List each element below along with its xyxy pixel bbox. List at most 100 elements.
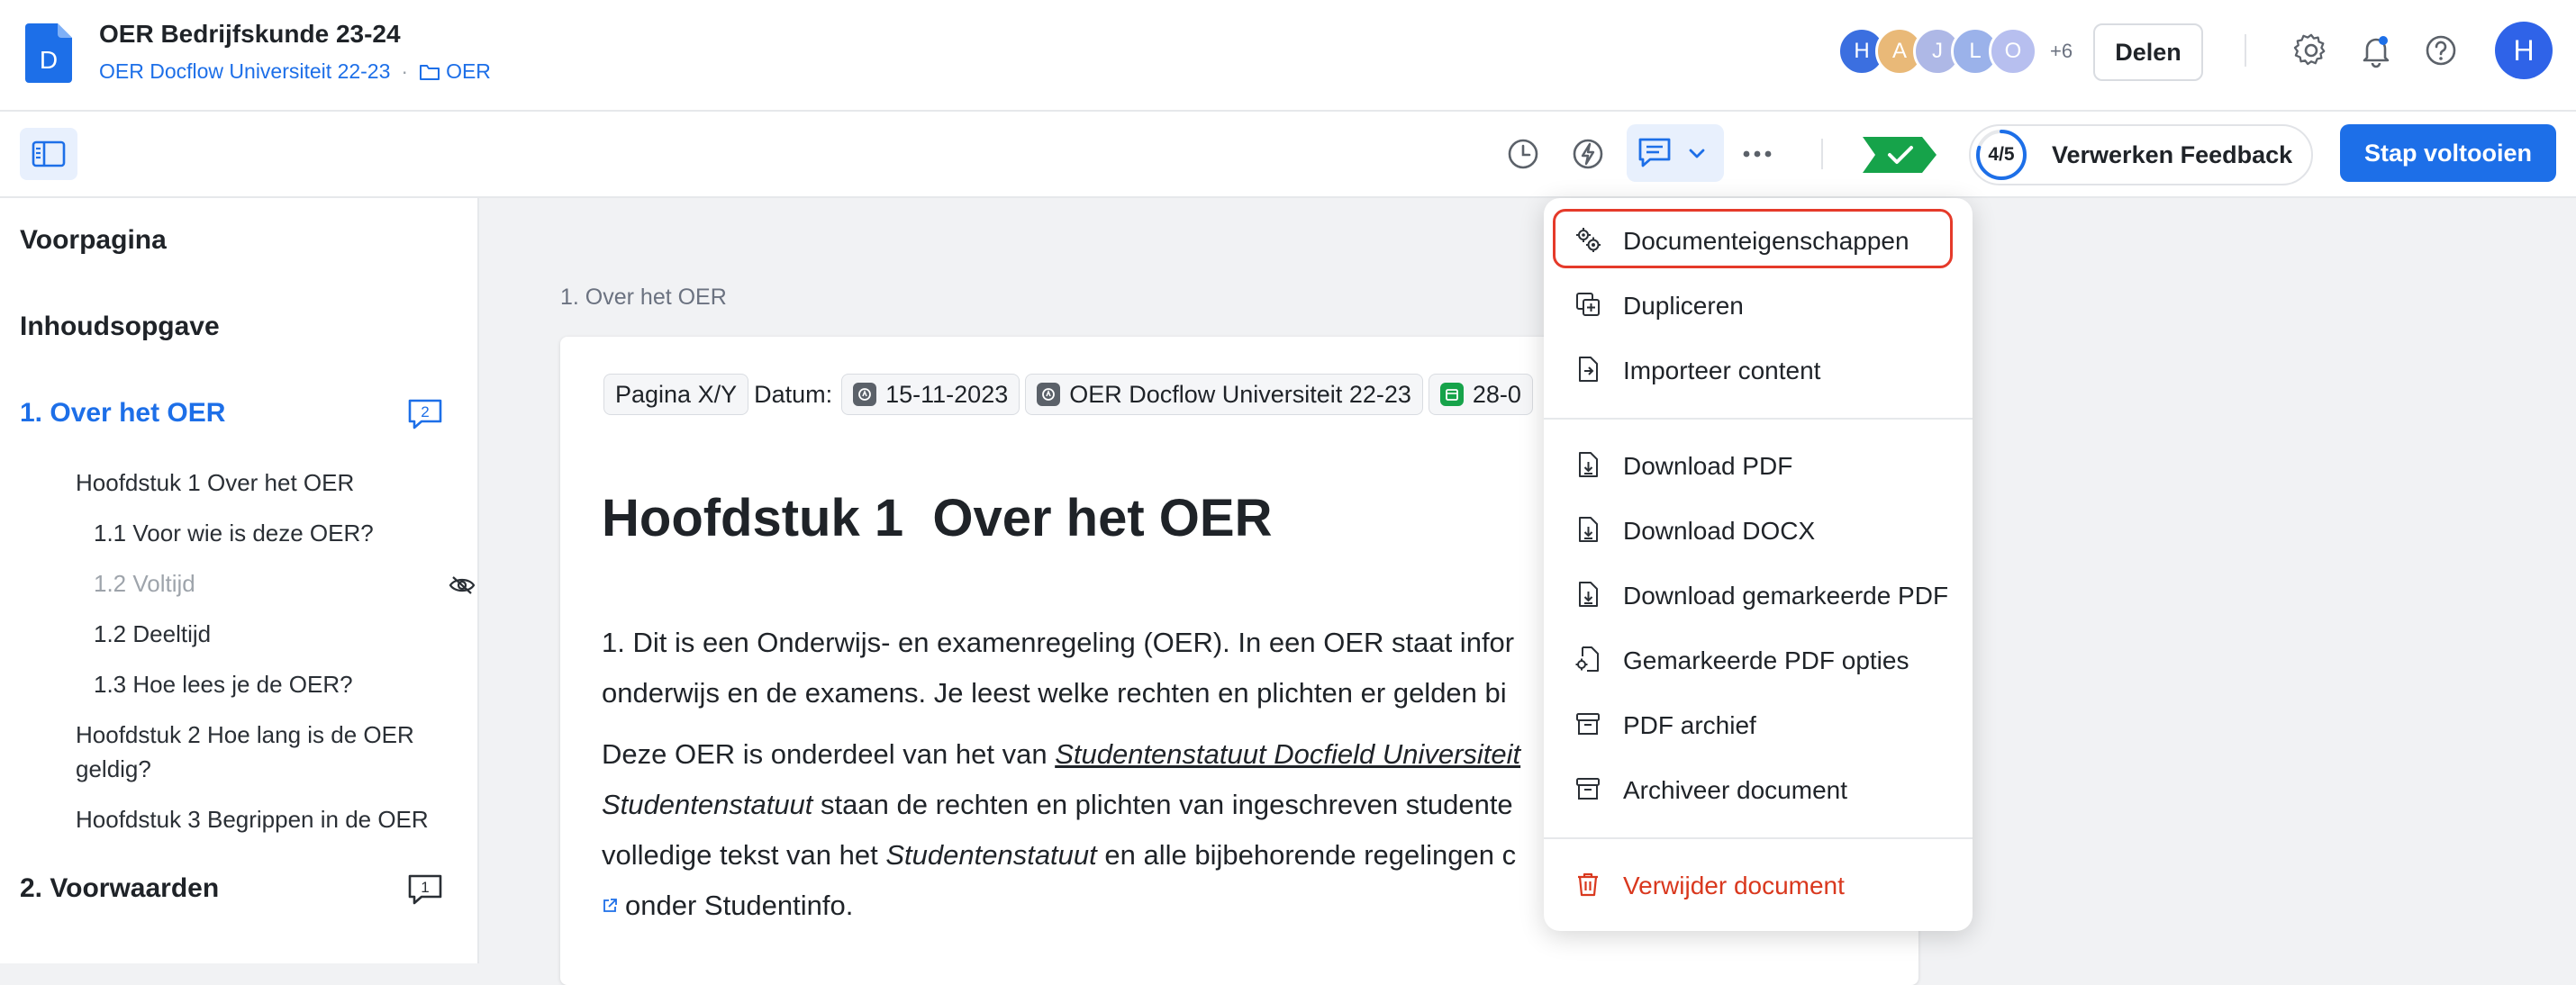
archive-box-icon — [1576, 778, 1600, 800]
menu-item-duplicate[interactable]: Dupliceren — [1544, 274, 1973, 333]
paragraph-1-line-2: onderwijs en de examens. Je leest welke … — [602, 677, 1507, 709]
trash-icon — [1578, 872, 1598, 897]
breadcrumb-separator: · — [401, 59, 409, 83]
menu-item-download-marked-pdf[interactable]: Download gemarkeerde PDF — [1544, 564, 1973, 623]
menu-label: PDF archief — [1623, 711, 1756, 739]
user-avatar[interactable]: H — [2495, 22, 2553, 79]
menu-item-download-docx[interactable]: Download DOCX — [1544, 499, 1973, 558]
paragraph-1: 1. Dit is een Onderwijs- en examenregeli… — [602, 618, 1514, 718]
menu-item-download-pdf[interactable]: Download PDF — [1544, 434, 1973, 493]
settings-gear-icon[interactable] — [2293, 32, 2329, 68]
comment-count-badge-icon[interactable]: 1 — [407, 873, 443, 906]
paragraph-2-line-3: volledige tekst van het Studentenstatuut… — [602, 830, 1520, 881]
menu-item-highlight — [1553, 209, 1953, 268]
chevron-down-icon — [1689, 149, 1705, 158]
outline-item-chapter-1[interactable]: Hoofdstuk 1 Over het OER — [76, 465, 354, 500]
help-icon[interactable] — [2423, 32, 2459, 68]
archive-box-icon — [1576, 713, 1600, 735]
outline-item-chapter-2[interactable]: Hoofdstuk 2 Hoe lang is de OER geldig? — [76, 718, 463, 786]
hidden-eye-icon[interactable] — [449, 574, 476, 596]
step-label: Verwerken Feedback — [2052, 141, 2293, 168]
lightning-icon[interactable] — [1569, 135, 1607, 173]
menu-item-pdf-archive[interactable]: PDF archief — [1544, 693, 1973, 753]
page-meta-row: Pagina X/Y Datum: 15-11-2023 OER Docflow… — [603, 374, 1533, 415]
menu-label: Archiveer document — [1623, 776, 1848, 804]
paragraph-2-text: staan de rechten en plichten van ingesch… — [812, 789, 1513, 820]
complete-step-button[interactable]: Stap voltooien — [2340, 124, 2556, 182]
outline-item-chapter-3[interactable]: Hoofdstuk 3 Begrippen in de OER — [76, 802, 429, 836]
svg-text:1: 1 — [421, 879, 429, 896]
outline-item-voorpagina[interactable]: Voorpagina — [20, 225, 167, 256]
comment-count-badge-icon[interactable]: 2 — [407, 398, 443, 430]
step-counter: 4/5 — [1988, 144, 2015, 165]
download-file-icon — [1579, 517, 1598, 542]
menu-label: Download gemarkeerde PDF — [1623, 582, 1949, 610]
organisation-value: OER Docflow Universiteit 22-23 — [1069, 380, 1411, 408]
date-value: 15-11-2023 — [885, 380, 1009, 408]
menu-label: Verwijder document — [1623, 872, 1845, 899]
document-title: OER Bedrijfskunde 23-24 — [99, 20, 401, 48]
document-app-icon: D — [25, 23, 72, 83]
document-outline-sidebar: Voorpagina Inhoudsopgave 1. Over het OER… — [0, 198, 479, 963]
history-clock-icon[interactable] — [1504, 135, 1542, 173]
comment-icon — [1638, 138, 1671, 167]
menu-item-delete-document[interactable]: Verwijder document — [1544, 854, 1973, 913]
outline-item-1-3[interactable]: 1.3 Hoe lees je de OER? — [94, 667, 353, 701]
paragraph-2-italic: Studentenstatuut — [602, 789, 813, 820]
page-number-text: Pagina X/Y — [615, 380, 738, 408]
menu-item-archive-document[interactable]: Archiveer document — [1544, 758, 1973, 818]
breadcrumb-parent-link[interactable]: OER Docflow Universiteit 22-23 — [99, 59, 390, 84]
outline-item-section-1[interactable]: 1. Over het OER — [20, 398, 225, 429]
menu-label: Download DOCX — [1623, 517, 1816, 545]
organisation-chip[interactable]: OER Docflow Universiteit 22-23 — [1025, 374, 1423, 415]
toolbar-divider — [1821, 139, 1823, 169]
folder-icon — [420, 64, 440, 80]
date-label: Datum: — [754, 380, 833, 408]
collaborator-avatar[interactable]: O — [1989, 27, 2037, 76]
organisation-variable-icon — [1037, 383, 1061, 406]
paragraph-2: Deze OER is onderdeel van het van Studen… — [602, 729, 1520, 931]
outline-item-1-2-voltijd[interactable]: 1.2 Voltijd — [94, 566, 195, 601]
sidebar-toggle-button[interactable] — [20, 128, 77, 180]
breadcrumb: OER Docflow Universiteit 22-23 · OER — [99, 59, 491, 84]
paragraph-2-line-2: Studentenstatuut staan de rechten en pli… — [602, 780, 1520, 830]
svg-text:2: 2 — [421, 403, 429, 420]
download-file-icon — [1579, 582, 1598, 607]
share-button[interactable]: Delen — [2093, 23, 2203, 81]
workflow-step-pill[interactable]: 4/5 Verwerken Feedback — [1969, 124, 2313, 185]
outline-item-1-2-deeltijd[interactable]: 1.2 Deeltijd — [94, 617, 211, 651]
date-chip[interactable]: 15-11-2023 — [841, 374, 1020, 415]
paragraph-2-text: en alle bijbehorende regelingen c — [1096, 839, 1517, 871]
outline-item-1-1[interactable]: 1.1 Voor wie is deze OER? — [94, 516, 374, 550]
more-options-icon[interactable] — [1738, 135, 1776, 173]
paragraph-2-line-4: onder Studentinfo. — [602, 881, 1520, 931]
file-settings-icon — [1575, 646, 1599, 672]
paragraph-2-text: Deze OER is onderdeel van het van — [602, 738, 1056, 770]
paragraph-2-line-1: Deze OER is onderdeel van het van Studen… — [602, 729, 1520, 780]
calendar-value: 28-0 — [1472, 380, 1521, 408]
breadcrumb-folder-link[interactable]: OER — [419, 59, 491, 84]
menu-divider — [1544, 837, 1973, 839]
download-file-icon — [1579, 452, 1598, 477]
menu-divider — [1544, 418, 1973, 420]
document-actions-menu: Documenteigenschappen Dupliceren Importe… — [1544, 198, 1973, 931]
calendar-icon — [1439, 383, 1464, 406]
notifications-bell-icon[interactable] — [2358, 32, 2394, 68]
calendar-chip[interactable]: 28-0 — [1428, 374, 1533, 415]
document-toolbar: 4/5 Verwerken Feedback Stap voltooien — [0, 112, 2576, 198]
menu-label: Dupliceren — [1623, 292, 1744, 320]
collaborator-avatars[interactable]: H A J L O +6 — [1837, 27, 2073, 76]
paragraph-2-text: onder Studentinfo. — [625, 890, 854, 921]
date-variable-icon — [853, 383, 877, 406]
paragraph-2-italic: Studentenstatuut — [885, 839, 1097, 871]
menu-item-import-content[interactable]: Importeer content — [1544, 339, 1973, 398]
more-collaborators-count[interactable]: +6 — [2050, 40, 2073, 63]
outline-item-section-2[interactable]: 2. Voorwaarden — [20, 873, 219, 904]
outline-item-inhoudsopgave[interactable]: Inhoudsopgave — [20, 312, 220, 342]
comments-dropdown-button[interactable] — [1627, 124, 1724, 182]
menu-item-marked-pdf-options[interactable]: Gemarkeerde PDF opties — [1544, 628, 1973, 688]
studentenstatuut-link[interactable]: Studentenstatuut Docfield Universiteit — [1055, 738, 1520, 770]
external-link-icon[interactable] — [602, 898, 618, 914]
menu-label: Download PDF — [1623, 452, 1793, 480]
import-file-icon — [1579, 357, 1598, 382]
